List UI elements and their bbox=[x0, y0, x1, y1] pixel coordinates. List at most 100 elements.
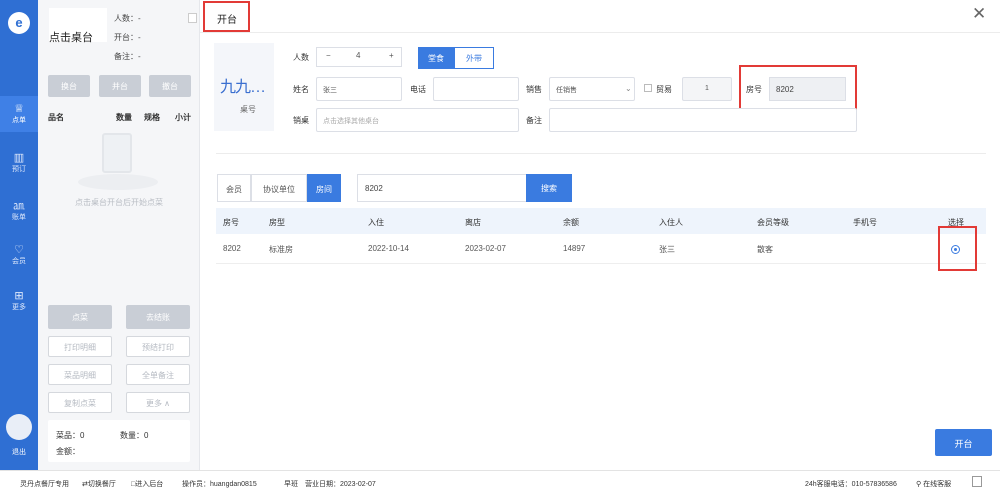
heart-icon: ♡ bbox=[14, 244, 24, 256]
qty-total: 数量：0 bbox=[120, 431, 149, 440]
desk-select-field[interactable]: 点击选择其他桌台 bbox=[316, 108, 519, 132]
dish-detail-button[interactable]: 菜品明细 bbox=[48, 364, 112, 385]
rail-item-label: 更多 bbox=[12, 304, 26, 311]
rail-item-label: 点单 bbox=[12, 117, 26, 124]
sales-value: 任销售 bbox=[556, 87, 577, 94]
empty-illustration-shadow bbox=[78, 174, 158, 190]
room-field[interactable]: 8202 bbox=[769, 77, 846, 101]
col-qty: 数量 bbox=[116, 113, 132, 122]
sales-label: 销售 bbox=[526, 85, 542, 94]
open-table-button[interactable]: 开台 bbox=[935, 429, 992, 456]
room-label: 房号 bbox=[746, 85, 762, 94]
th-phone: 手机号 bbox=[853, 218, 877, 227]
th-guest: 入住人 bbox=[659, 218, 683, 227]
enter-backend-link[interactable]: □进入后台 bbox=[131, 479, 163, 489]
product-name: 灵丹点餐厅专用 bbox=[20, 481, 69, 488]
name-label: 姓名 bbox=[293, 85, 309, 94]
pre-print-button[interactable]: 预结打印 bbox=[126, 336, 190, 357]
vip-label: 贸易 bbox=[656, 85, 672, 94]
cell-checkin: 2022-10-14 bbox=[368, 244, 409, 253]
plus-icon[interactable]: + bbox=[389, 51, 394, 60]
rail-item-label: 会员 bbox=[12, 258, 26, 265]
more-button[interactable]: 更多 ∧ bbox=[126, 392, 190, 413]
avatar[interactable] bbox=[6, 414, 32, 440]
desk-select-label: 销桌 bbox=[293, 116, 309, 125]
col-spec: 规格 bbox=[144, 113, 160, 122]
hotline: 24h客服电话：010-57836586 bbox=[805, 481, 897, 488]
remark-field[interactable] bbox=[549, 108, 857, 132]
switch-restaurant-link[interactable]: ⇄切换餐厅 bbox=[82, 479, 116, 489]
table-info[interactable]: 点击桌台 人数：- 开台：- 备注：- bbox=[48, 8, 197, 64]
fullscreen-icon[interactable] bbox=[972, 476, 982, 487]
rail-item-reserve[interactable]: ▥ 预订 bbox=[0, 152, 38, 174]
online-service-link[interactable]: ⚲ 在线客服 bbox=[916, 479, 951, 489]
remark-label: 备注 bbox=[526, 116, 542, 125]
cell-type: 标准房 bbox=[269, 245, 293, 254]
row-select-radio[interactable] bbox=[951, 245, 960, 254]
table-name: 点击桌台 bbox=[49, 32, 93, 44]
people-label: 人数 bbox=[293, 53, 309, 62]
chart-icon: ㏂ bbox=[13, 200, 25, 212]
th-type: 房型 bbox=[269, 218, 285, 227]
type-room-tab[interactable]: 房间 bbox=[307, 174, 341, 202]
open-time: 开台：- bbox=[114, 33, 141, 42]
order-icon: ♕ bbox=[14, 103, 24, 115]
room-table-header: 房号 房型 入住 离店 余额 入住人 会员等级 手机号 选择 bbox=[216, 208, 986, 234]
empty-hint: 点击桌台开台后开始点菜 bbox=[75, 198, 163, 207]
copy-order-button[interactable]: 复制点菜 bbox=[48, 392, 112, 413]
th-level: 会员等级 bbox=[757, 218, 789, 227]
cell-room: 8202 bbox=[223, 244, 241, 253]
items-total: 菜品：0 bbox=[56, 431, 85, 440]
section-divider bbox=[216, 153, 986, 154]
shift-info: 早班 bbox=[284, 481, 298, 488]
app-logo: e bbox=[8, 12, 30, 34]
desk-name: 九九… bbox=[220, 79, 266, 96]
dine-in-toggle[interactable]: 堂食 bbox=[418, 47, 454, 69]
rail-item-order[interactable]: ♕ 点单 bbox=[0, 96, 38, 132]
search-button[interactable]: 搜索 bbox=[526, 174, 572, 202]
table-row[interactable]: 8202 标准房 2022-10-14 2023-02-07 14897 张三 … bbox=[216, 234, 986, 264]
close-icon[interactable]: ✕ bbox=[972, 4, 986, 24]
left-nav-rail: e ♕ 点单 ▥ 预订 ㏂ 账单 ♡ 会员 ⊞ 更多 退出 bbox=[0, 0, 38, 470]
rail-item-member[interactable]: ♡ 会员 bbox=[0, 244, 38, 266]
rail-item-bill[interactable]: ㏂ 账单 bbox=[0, 200, 38, 222]
sales-select[interactable]: 任销售 ⌄ bbox=[549, 77, 635, 101]
rail-item-more[interactable]: ⊞ 更多 bbox=[0, 290, 38, 312]
cell-guest: 张三 bbox=[659, 245, 675, 254]
business-date: 营业日期：2023-02-07 bbox=[305, 481, 376, 488]
open-table-dialog: 开台 ✕ 九九… 桌号 人数 − 4 + 堂食 外带 姓名 张三 电话 销售 任… bbox=[200, 0, 1000, 470]
edit-icon[interactable] bbox=[188, 13, 197, 23]
calendar-icon: ▥ bbox=[13, 152, 25, 164]
order-panel: 点击桌台 人数：- 开台：- 备注：- 换台 并台 撤台 品名 数量 规格 小计… bbox=[38, 0, 200, 470]
people-stepper[interactable]: − 4 + bbox=[316, 47, 402, 67]
vip-checkbox[interactable] bbox=[644, 84, 652, 92]
vip-count-field[interactable]: 1 bbox=[682, 77, 732, 101]
takeaway-toggle[interactable]: 外带 bbox=[454, 47, 494, 69]
cancel-table-button[interactable]: 撤台 bbox=[149, 75, 191, 97]
th-checkin: 入住 bbox=[368, 218, 384, 227]
merge-table-button[interactable]: 并台 bbox=[99, 75, 141, 97]
desk-label: 桌号 bbox=[240, 105, 256, 114]
name-field[interactable]: 张三 bbox=[316, 77, 402, 101]
order-totals: 菜品：0 数量：0 金额： bbox=[48, 420, 190, 462]
cell-balance: 14897 bbox=[563, 244, 586, 253]
search-input[interactable]: 8202 bbox=[357, 174, 527, 202]
phone-field[interactable] bbox=[433, 77, 519, 101]
order-button[interactable]: 点菜 bbox=[48, 305, 112, 329]
rail-item-label: 账单 bbox=[12, 214, 26, 221]
operator-info: 操作员：huangdan0815 bbox=[182, 481, 257, 488]
checkout-button[interactable]: 去结账 bbox=[126, 305, 190, 329]
phone-label: 电话 bbox=[410, 85, 426, 94]
status-bar: 灵丹点餐厅专用 ⇄切换餐厅 □进入后台 操作员：huangdan0815 早班 … bbox=[0, 470, 1000, 495]
dialog-title: 开台 bbox=[203, 1, 250, 32]
minus-icon[interactable]: − bbox=[326, 51, 331, 60]
people-count: 人数：- bbox=[114, 14, 141, 23]
type-agreement-tab[interactable]: 协议单位 bbox=[251, 174, 307, 202]
th-room: 房号 bbox=[223, 218, 239, 227]
change-table-button[interactable]: 换台 bbox=[48, 75, 90, 97]
grid-icon: ⊞ bbox=[14, 290, 24, 302]
logout-button[interactable]: 退出 bbox=[0, 447, 38, 457]
type-member-tab[interactable]: 会员 bbox=[217, 174, 251, 202]
print-detail-button[interactable]: 打印明细 bbox=[48, 336, 112, 357]
order-remark-button[interactable]: 全单备注 bbox=[126, 364, 190, 385]
